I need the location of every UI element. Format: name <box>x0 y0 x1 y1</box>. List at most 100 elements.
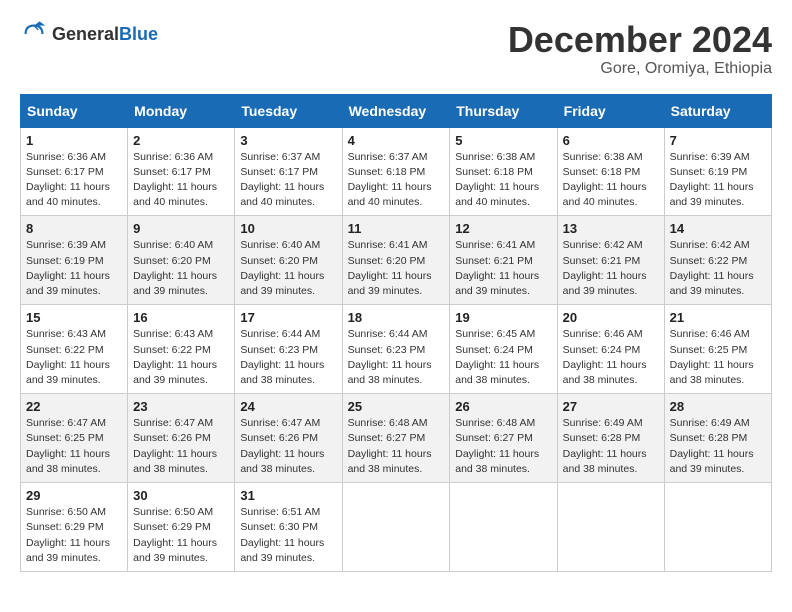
calendar-week-row: 29 Sunrise: 6:50 AMSunset: 6:29 PMDayligh… <box>21 483 772 572</box>
weekday-header: Saturday <box>664 94 771 127</box>
day-info: Sunrise: 6:38 AMSunset: 6:18 PMDaylight:… <box>455 150 551 211</box>
calendar-week-row: 8 Sunrise: 6:39 AMSunset: 6:19 PMDaylight… <box>21 216 772 305</box>
calendar-day-cell: 18 Sunrise: 6:44 AMSunset: 6:23 PMDayligh… <box>342 305 450 394</box>
day-number: 3 <box>240 133 336 148</box>
day-number: 10 <box>240 221 336 236</box>
calendar-day-cell: 1Sunrise: 6:36 AMSunset: 6:17 PMDaylight… <box>21 127 128 216</box>
calendar-day-cell: 11Sunrise: 6:41 AMSunset: 6:20 PMDayligh… <box>342 216 450 305</box>
day-number: 16 <box>133 310 229 325</box>
weekday-header: Sunday <box>21 94 128 127</box>
weekday-header: Tuesday <box>235 94 342 127</box>
day-info: Sunrise: 6:49 AMSunset: 6:28 PMDaylight:… <box>670 416 766 477</box>
calendar-day-cell: 23Sunrise: 6:47 AMSunset: 6:26 PMDayligh… <box>128 394 235 483</box>
day-info: Sunrise: 6:46 AMSunset: 6:24 PMDaylight:… <box>563 327 659 388</box>
calendar-header-row: SundayMondayTuesdayWednesdayThursdayFrid… <box>21 94 772 127</box>
day-info: Sunrise: 6:39 AMSunset: 6:19 PMDaylight:… <box>26 238 122 299</box>
calendar-day-cell: 3 Sunrise: 6:37 AMSunset: 6:17 PMDaylight… <box>235 127 342 216</box>
calendar-day-cell <box>450 483 557 572</box>
location-subtitle: Gore, Oromiya, Ethiopia <box>508 60 772 78</box>
day-number: 13 <box>563 221 659 236</box>
day-number: 6 <box>563 133 659 148</box>
page-header: GeneralBlue December 2024 Gore, Oromiya,… <box>20 20 772 78</box>
calendar-day-cell: 24 Sunrise: 6:47 AMSunset: 6:26 PMDayligh… <box>235 394 342 483</box>
calendar-day-cell: 8 Sunrise: 6:39 AMSunset: 6:19 PMDaylight… <box>21 216 128 305</box>
day-info: Sunrise: 6:45 AMSunset: 6:24 PMDaylight:… <box>455 327 551 388</box>
calendar-day-cell: 31 Sunrise: 6:51 AMSunset: 6:30 PMDayligh… <box>235 483 342 572</box>
day-number: 24 <box>240 399 336 414</box>
day-number: 4 <box>348 133 445 148</box>
weekday-header: Wednesday <box>342 94 450 127</box>
day-info: Sunrise: 6:38 AMSunset: 6:18 PMDaylight:… <box>563 150 659 211</box>
day-number: 21 <box>670 310 766 325</box>
day-info: Sunrise: 6:37 AMSunset: 6:18 PMDaylight:… <box>348 150 445 211</box>
day-info: Sunrise: 6:41 AMSunset: 6:21 PMDaylight:… <box>455 238 551 299</box>
calendar-day-cell: 20Sunrise: 6:46 AMSunset: 6:24 PMDayligh… <box>557 305 664 394</box>
calendar-day-cell <box>342 483 450 572</box>
day-number: 26 <box>455 399 551 414</box>
day-info: Sunrise: 6:50 AMSunset: 6:29 PMDaylight:… <box>26 505 122 566</box>
day-number: 18 <box>348 310 445 325</box>
day-info: Sunrise: 6:41 AMSunset: 6:20 PMDaylight:… <box>348 238 445 299</box>
calendar-day-cell: 28Sunrise: 6:49 AMSunset: 6:28 PMDayligh… <box>664 394 771 483</box>
title-area: December 2024 Gore, Oromiya, Ethiopia <box>508 20 772 78</box>
day-number: 17 <box>240 310 336 325</box>
day-number: 8 <box>26 221 122 236</box>
day-number: 25 <box>348 399 445 414</box>
calendar-day-cell: 19 Sunrise: 6:45 AMSunset: 6:24 PMDayligh… <box>450 305 557 394</box>
day-info: Sunrise: 6:39 AMSunset: 6:19 PMDaylight:… <box>670 150 766 211</box>
day-info: Sunrise: 6:43 AMSunset: 6:22 PMDaylight:… <box>133 327 229 388</box>
logo-general: General <box>52 24 119 44</box>
day-number: 23 <box>133 399 229 414</box>
calendar-day-cell: 29 Sunrise: 6:50 AMSunset: 6:29 PMDayligh… <box>21 483 128 572</box>
day-number: 22 <box>26 399 122 414</box>
calendar-day-cell: 13 Sunrise: 6:42 AMSunset: 6:21 PMDayligh… <box>557 216 664 305</box>
calendar-day-cell: 4 Sunrise: 6:37 AMSunset: 6:18 PMDaylight… <box>342 127 450 216</box>
day-number: 7 <box>670 133 766 148</box>
calendar-day-cell: 27Sunrise: 6:49 AMSunset: 6:28 PMDayligh… <box>557 394 664 483</box>
day-info: Sunrise: 6:42 AMSunset: 6:21 PMDaylight:… <box>563 238 659 299</box>
calendar-day-cell: 10 Sunrise: 6:40 AMSunset: 6:20 PMDayligh… <box>235 216 342 305</box>
calendar-table: SundayMondayTuesdayWednesdayThursdayFrid… <box>20 94 772 572</box>
day-info: Sunrise: 6:40 AMSunset: 6:20 PMDaylight:… <box>133 238 229 299</box>
calendar-day-cell <box>664 483 771 572</box>
day-info: Sunrise: 6:50 AMSunset: 6:29 PMDaylight:… <box>133 505 229 566</box>
day-number: 14 <box>670 221 766 236</box>
day-info: Sunrise: 6:48 AMSunset: 6:27 PMDaylight:… <box>455 416 551 477</box>
day-info: Sunrise: 6:42 AMSunset: 6:22 PMDaylight:… <box>670 238 766 299</box>
calendar-day-cell: 15Sunrise: 6:43 AMSunset: 6:22 PMDayligh… <box>21 305 128 394</box>
calendar-day-cell: 9 Sunrise: 6:40 AMSunset: 6:20 PMDaylight… <box>128 216 235 305</box>
calendar-day-cell: 14 Sunrise: 6:42 AMSunset: 6:22 PMDayligh… <box>664 216 771 305</box>
day-info: Sunrise: 6:43 AMSunset: 6:22 PMDaylight:… <box>26 327 122 388</box>
weekday-header: Thursday <box>450 94 557 127</box>
day-number: 30 <box>133 488 229 503</box>
day-number: 19 <box>455 310 551 325</box>
day-info: Sunrise: 6:40 AMSunset: 6:20 PMDaylight:… <box>240 238 336 299</box>
day-info: Sunrise: 6:47 AMSunset: 6:26 PMDaylight:… <box>240 416 336 477</box>
calendar-week-row: 15Sunrise: 6:43 AMSunset: 6:22 PMDayligh… <box>21 305 772 394</box>
calendar-day-cell: 30 Sunrise: 6:50 AMSunset: 6:29 PMDayligh… <box>128 483 235 572</box>
day-info: Sunrise: 6:46 AMSunset: 6:25 PMDaylight:… <box>670 327 766 388</box>
day-info: Sunrise: 6:37 AMSunset: 6:17 PMDaylight:… <box>240 150 336 211</box>
calendar-week-row: 1Sunrise: 6:36 AMSunset: 6:17 PMDaylight… <box>21 127 772 216</box>
day-info: Sunrise: 6:44 AMSunset: 6:23 PMDaylight:… <box>348 327 445 388</box>
day-number: 29 <box>26 488 122 503</box>
logo: GeneralBlue <box>20 20 158 48</box>
calendar-day-cell: 5 Sunrise: 6:38 AMSunset: 6:18 PMDaylight… <box>450 127 557 216</box>
day-number: 9 <box>133 221 229 236</box>
day-number: 5 <box>455 133 551 148</box>
calendar-day-cell: 16 Sunrise: 6:43 AMSunset: 6:22 PMDayligh… <box>128 305 235 394</box>
day-info: Sunrise: 6:51 AMSunset: 6:30 PMDaylight:… <box>240 505 336 566</box>
calendar-week-row: 22 Sunrise: 6:47 AMSunset: 6:25 PMDayligh… <box>21 394 772 483</box>
calendar-day-cell: 25 Sunrise: 6:48 AMSunset: 6:27 PMDayligh… <box>342 394 450 483</box>
calendar-day-cell: 12Sunrise: 6:41 AMSunset: 6:21 PMDayligh… <box>450 216 557 305</box>
calendar-day-cell: 6 Sunrise: 6:38 AMSunset: 6:18 PMDaylight… <box>557 127 664 216</box>
day-info: Sunrise: 6:49 AMSunset: 6:28 PMDaylight:… <box>563 416 659 477</box>
day-number: 1 <box>26 133 122 148</box>
day-info: Sunrise: 6:48 AMSunset: 6:27 PMDaylight:… <box>348 416 445 477</box>
calendar-day-cell: 2Sunrise: 6:36 AMSunset: 6:17 PMDaylight… <box>128 127 235 216</box>
day-number: 31 <box>240 488 336 503</box>
day-info: Sunrise: 6:47 AMSunset: 6:25 PMDaylight:… <box>26 416 122 477</box>
calendar-day-cell <box>557 483 664 572</box>
weekday-header: Friday <box>557 94 664 127</box>
month-year-title: December 2024 <box>508 20 772 60</box>
